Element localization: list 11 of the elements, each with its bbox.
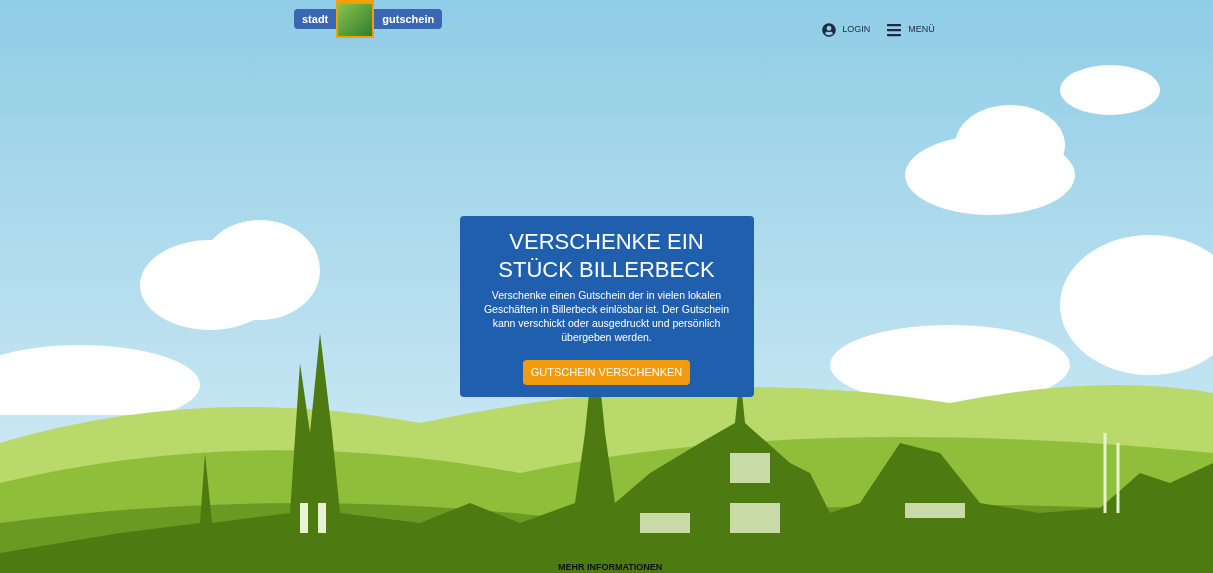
menu-icon bbox=[886, 22, 903, 38]
hero-title: VERSCHENKE EIN bbox=[509, 228, 704, 256]
menu-link[interactable]: MENÜ bbox=[886, 22, 935, 38]
user-icon bbox=[822, 23, 837, 37]
login-link[interactable]: LOGIN bbox=[822, 23, 871, 37]
hero-text: Verschenke einen Gutschein der in vielen lokalen Geschäften in Billerbeck einlösbar ist. Der Gutschein kann verschickt oder ausgedruckt und persönlich übergeben werden. bbox=[482, 288, 731, 344]
logo-text: gutschein bbox=[374, 8, 443, 30]
logo-bag-icon bbox=[336, 0, 375, 38]
hero-title: STÜCK BILLERBECK bbox=[498, 256, 715, 284]
logo-text: stadt bbox=[294, 8, 337, 30]
more-info-link[interactable]: MEHR INFORMATIONEN bbox=[558, 561, 663, 573]
